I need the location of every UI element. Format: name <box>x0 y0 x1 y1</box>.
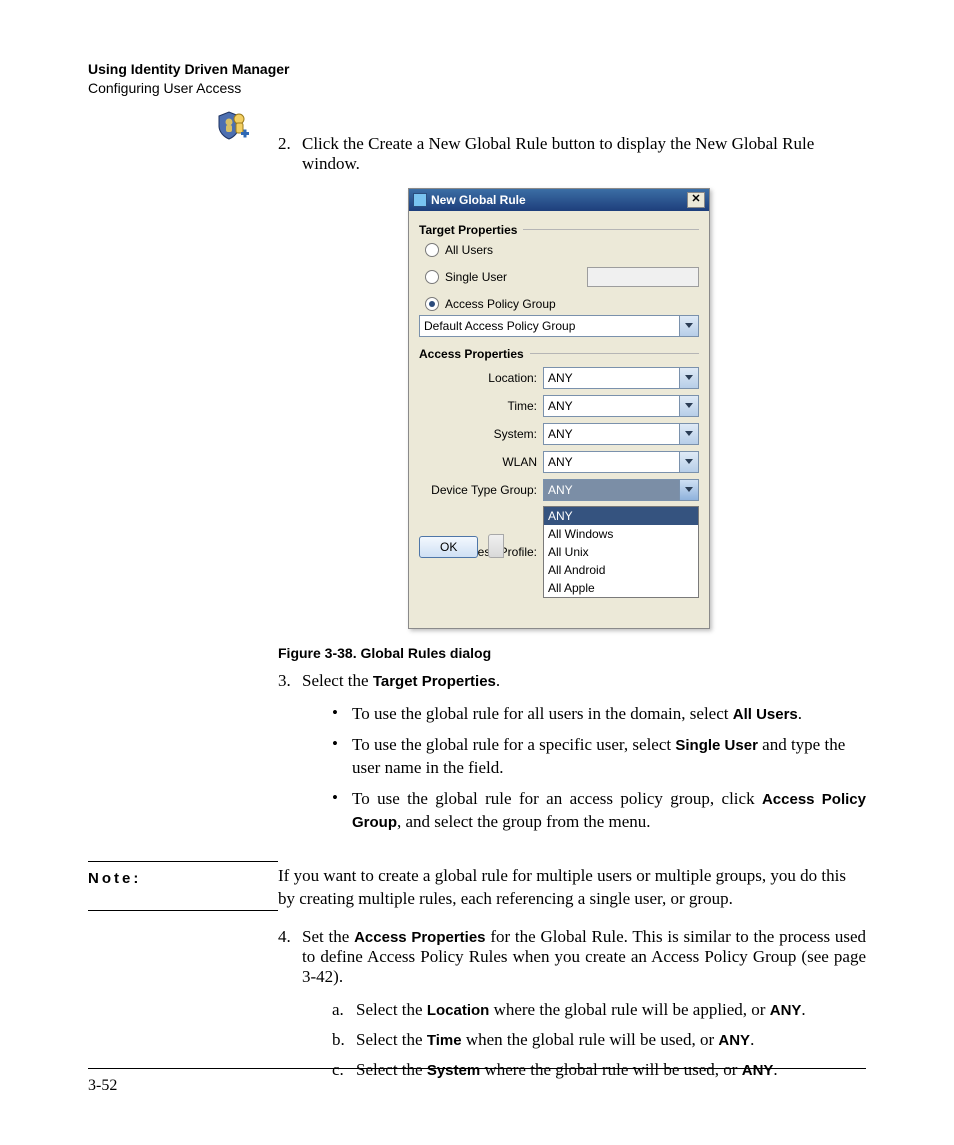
label-wlan: WLAN <box>419 455 543 469</box>
bullet: To use the global rule for all users in … <box>332 699 866 730</box>
cancel-button-partial[interactable] <box>488 534 504 558</box>
radio-access-policy-group[interactable]: Access Policy Group <box>425 297 699 311</box>
chevron-down-icon[interactable] <box>679 452 698 472</box>
chevron-down-icon[interactable] <box>679 480 698 500</box>
main-column: 2. Click the Create a New Global Rule bu… <box>278 134 866 846</box>
new-global-rule-dialog: New Global Rule ✕ Target Properties All … <box>408 188 710 629</box>
dialog-title: New Global Rule <box>431 193 526 207</box>
ok-button[interactable]: OK <box>419 536 478 558</box>
radio-icon <box>425 297 439 311</box>
chevron-down-icon[interactable] <box>679 368 698 388</box>
bullet: To use the global rule for an access pol… <box>332 784 866 838</box>
note-block: Note: If you want to create a global rul… <box>88 861 866 911</box>
window-icon <box>413 193 427 207</box>
chevron-down-icon[interactable] <box>679 316 698 336</box>
substep: b.Select the Time when the global rule w… <box>332 1025 866 1055</box>
access-properties-label: Access Properties <box>419 347 699 361</box>
dropdown-option[interactable]: All Unix <box>544 543 698 561</box>
page-header: Using Identity Driven Manager Configurin… <box>88 60 866 98</box>
row-system: System: ANY <box>419 423 699 445</box>
figure-wrap: New Global Rule ✕ Target Properties All … <box>408 188 866 629</box>
select-time[interactable]: ANY <box>543 395 699 417</box>
dropdown-option[interactable]: ANY <box>544 507 698 525</box>
radio-single-user[interactable]: Single User <box>425 267 699 287</box>
radio-single-user-label: Single User <box>445 270 507 284</box>
policy-group-select[interactable]: Default Access Policy Group <box>419 315 699 337</box>
step-3-number: 3. <box>278 671 302 846</box>
note-label: Note: <box>88 861 278 911</box>
page: Using Identity Driven Manager Configurin… <box>0 0 954 1145</box>
row-device-type-group: Device Type Group: ANY <box>419 479 699 501</box>
step-3-body: Select the Target Properties. To use the… <box>302 671 866 846</box>
step-4-number: 4. <box>278 927 302 1085</box>
close-icon[interactable]: ✕ <box>687 192 705 208</box>
step-4-body: Set the Access Properties for the Global… <box>302 927 866 1085</box>
select-location[interactable]: ANY <box>543 367 699 389</box>
dialog-titlebar: New Global Rule ✕ <box>409 189 709 211</box>
dropdown-option[interactable]: All Windows <box>544 525 698 543</box>
radio-all-users[interactable]: All Users <box>425 243 699 257</box>
label-time: Time: <box>419 399 543 413</box>
label-device-type: Device Type Group: <box>419 483 543 497</box>
radio-icon <box>425 243 439 257</box>
select-device-type[interactable]: ANY <box>543 479 699 501</box>
figure-caption: Figure 3-38. Global Rules dialog <box>278 645 866 661</box>
dropdown-option[interactable]: All Apple <box>544 579 698 597</box>
header-title: Using Identity Driven Manager <box>88 60 866 79</box>
select-wlan[interactable]: ANY <box>543 451 699 473</box>
step-2: 2. Click the Create a New Global Rule bu… <box>278 134 866 174</box>
radio-all-users-label: All Users <box>445 243 493 257</box>
create-rule-icon <box>215 110 249 140</box>
step-2-body: Click the Create a New Global Rule butto… <box>302 134 866 174</box>
bullet: To use the global rule for a specific us… <box>332 730 866 784</box>
policy-group-value: Default Access Policy Group <box>420 316 679 336</box>
row-time: Time: ANY <box>419 395 699 417</box>
page-footer: 3-52 <box>88 1068 866 1095</box>
label-location: Location: <box>419 371 543 385</box>
step-2-number: 2. <box>278 134 302 174</box>
target-properties-label: Target Properties <box>419 223 699 237</box>
device-type-dropdown[interactable]: ANY All Windows All Unix All Android All… <box>543 506 699 598</box>
step-3: 3. Select the Target Properties. To use … <box>278 671 866 846</box>
step-4: 4. Set the Access Properties for the Glo… <box>278 927 866 1085</box>
label-system: System: <box>419 427 543 441</box>
radio-icon <box>425 270 439 284</box>
row-location: Location: ANY <box>419 367 699 389</box>
substep: a.Select the Location where the global r… <box>332 995 866 1025</box>
header-subtitle: Configuring User Access <box>88 79 866 98</box>
chevron-down-icon[interactable] <box>679 424 698 444</box>
note-body: If you want to create a global rule for … <box>278 861 866 911</box>
select-system[interactable]: ANY <box>543 423 699 445</box>
chevron-down-icon[interactable] <box>679 396 698 416</box>
radio-group-label: Access Policy Group <box>445 297 556 311</box>
row-wlan: WLAN ANY <box>419 451 699 473</box>
dropdown-option[interactable]: All Android <box>544 561 698 579</box>
main-column-continued: 4. Set the Access Properties for the Glo… <box>278 927 866 1085</box>
page-number: 3-52 <box>88 1077 117 1094</box>
step-3-bullets: To use the global rule for all users in … <box>332 699 866 838</box>
single-user-input[interactable] <box>587 267 699 287</box>
